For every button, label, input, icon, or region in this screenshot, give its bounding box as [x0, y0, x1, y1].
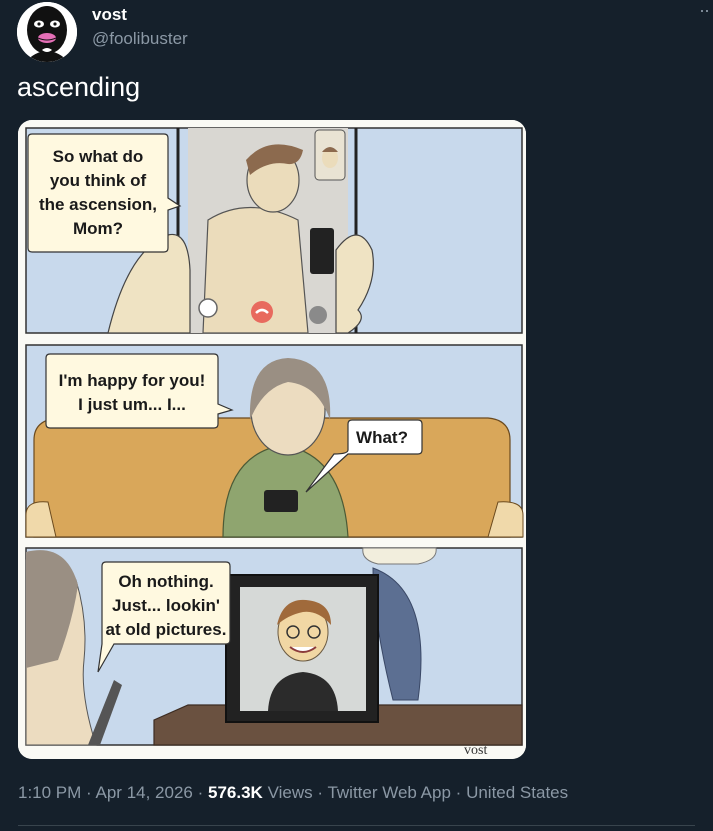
panel3-speech-line-1: Oh nothing. [118, 572, 213, 591]
panel2-left-speech-line-2: I just um... I... [78, 395, 186, 414]
views-count: 576.3K [208, 783, 263, 802]
panel1-speech-line-2: you think of [50, 171, 147, 190]
comic-signature: vost [464, 743, 487, 758]
views-label: Views [267, 783, 313, 802]
more-options-icon[interactable]: ·· [699, 0, 710, 21]
panel-3: Oh nothing. Just... lookin' at old pictu… [25, 547, 523, 758]
divider [18, 825, 695, 826]
tweet-source[interactable]: Twitter Web App [327, 783, 450, 802]
panel1-speech-line-4: Mom? [73, 219, 123, 238]
tweet-text: ascending [17, 72, 141, 102]
meta-separator: · [317, 783, 324, 802]
panel-2: I'm happy for you! I just um... I... Wha… [25, 344, 524, 538]
masked-face-avatar-icon [17, 2, 77, 62]
meta-separator: · [197, 783, 204, 802]
panel3-speech-line-2: Just... lookin' [112, 596, 220, 615]
tweet-location: United States [466, 783, 569, 802]
panel1-speech-line-3: the ascension, [39, 195, 157, 214]
panel2-left-speech-line-1: I'm happy for you! [59, 371, 206, 390]
tweet-meta: 1:10 PM · Apr 14, 2026 · 576.3K Views · … [18, 783, 568, 803]
comic-image[interactable]: So what do you think of the ascension, M… [18, 120, 526, 759]
comic-illustration: So what do you think of the ascension, M… [18, 120, 526, 759]
meta-separator: · [86, 783, 92, 802]
panel-1: So what do you think of the ascension, M… [25, 127, 523, 334]
tweet-time[interactable]: 1:10 PM [18, 783, 81, 802]
panel2-right-speech: What? [356, 428, 408, 447]
tweet-date[interactable]: Apr 14, 2026 [96, 783, 193, 802]
panel1-speech-line-1: So what do [53, 147, 144, 166]
author-handle[interactable]: @foolibuster [92, 29, 188, 49]
meta-separator: · [455, 783, 462, 802]
author-display-name[interactable]: vost [92, 5, 127, 25]
panel3-speech-line-3: at old pictures. [106, 620, 227, 639]
author-avatar[interactable] [17, 2, 77, 62]
